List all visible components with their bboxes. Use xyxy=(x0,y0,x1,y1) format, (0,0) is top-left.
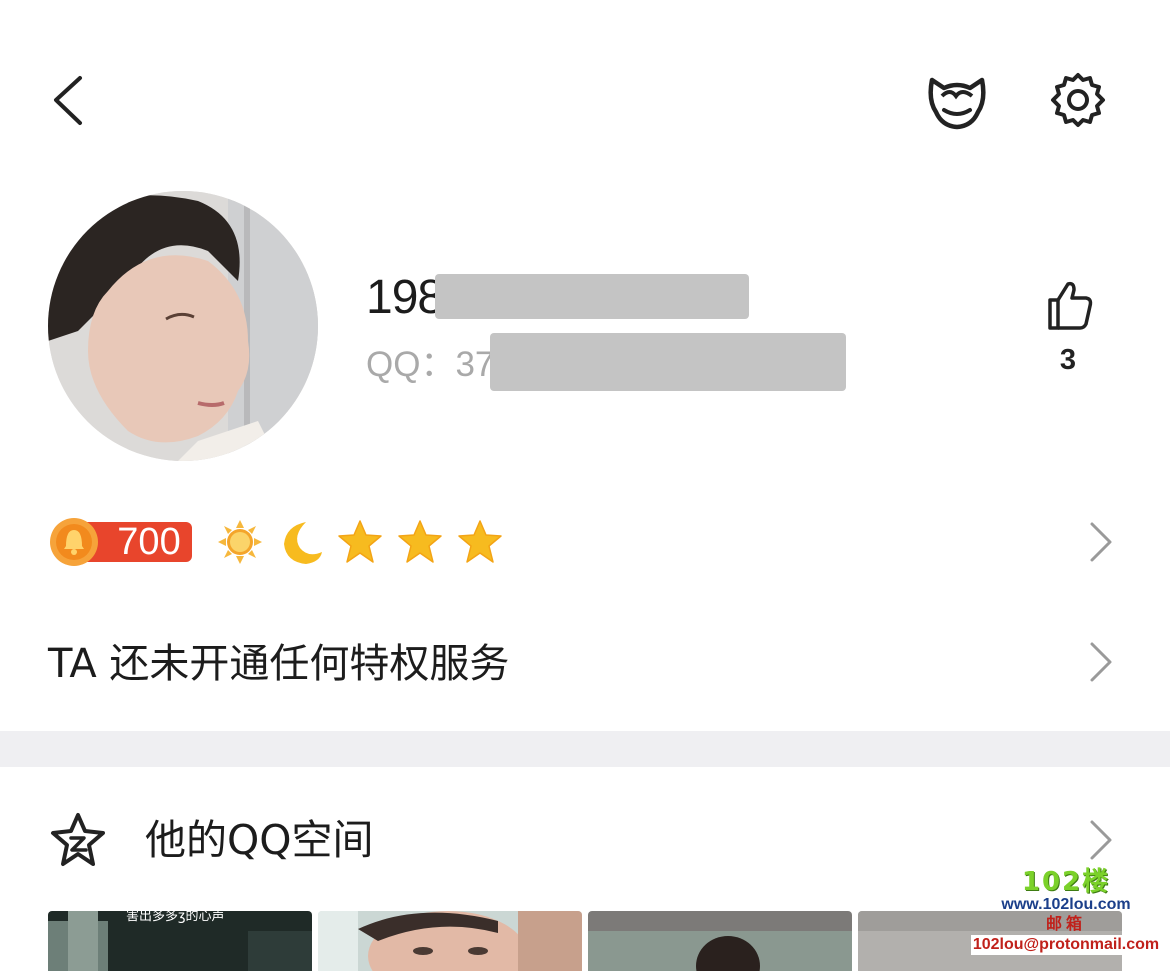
chevron-right-icon xyxy=(1090,642,1112,682)
gear-icon xyxy=(1051,73,1105,127)
privilege-text: TA 还未开通任何特权服务 xyxy=(48,641,510,687)
qzone-thumbnail[interactable] xyxy=(588,911,852,971)
avatar-photo xyxy=(48,191,318,461)
section-divider xyxy=(0,731,1170,767)
thumbs-up-icon xyxy=(1048,281,1093,330)
nickname: 198 xyxy=(366,271,444,324)
cat-face-icon xyxy=(928,77,986,130)
thumbnail-photo xyxy=(318,911,582,971)
sun-icon xyxy=(218,520,262,564)
chevron-right-icon xyxy=(1090,522,1112,562)
chevron-right-icon xyxy=(1090,820,1112,860)
moon-icon xyxy=(284,522,322,564)
watermark-mail: 102lou@protonmail.com xyxy=(970,935,1162,955)
qzone-thumbnail[interactable]: 害出多多ʒ的心声 xyxy=(48,911,312,971)
like-count: 3 xyxy=(1059,344,1077,376)
nickname-redaction xyxy=(435,274,749,319)
star-icon xyxy=(338,520,382,563)
qq-label: QQ： xyxy=(366,345,456,384)
back-button[interactable] xyxy=(40,60,100,140)
like-button[interactable] xyxy=(1040,278,1100,334)
qzone-star-icon xyxy=(51,813,105,866)
star-icon xyxy=(398,520,442,563)
thumbnail-photo xyxy=(588,911,852,971)
level-badge-value: 700 xyxy=(117,521,181,563)
qq-number-prefix: 37 xyxy=(455,345,495,384)
watermark: 102楼 www.102lou.com 邮箱 102lou@protonmail… xyxy=(966,868,1166,967)
watermark-url: www.102lou.com xyxy=(1001,896,1131,913)
watermark-mail-label: 邮箱 xyxy=(1045,914,1086,933)
qzone-label: 他的QQ空间 xyxy=(145,816,374,864)
thumbnail-caption: 害出多多ʒ的心声 xyxy=(126,911,225,924)
pet-button[interactable] xyxy=(922,66,992,136)
avatar[interactable] xyxy=(48,191,318,461)
settings-button[interactable] xyxy=(1046,68,1110,132)
qq-redaction xyxy=(490,333,846,391)
star-icon xyxy=(458,520,502,563)
watermark-logo: 102楼 xyxy=(1021,867,1111,897)
chevron-left-icon xyxy=(54,76,82,125)
qq-number: QQ：37 xyxy=(366,340,494,390)
qzone-thumbnail[interactable] xyxy=(318,911,582,971)
